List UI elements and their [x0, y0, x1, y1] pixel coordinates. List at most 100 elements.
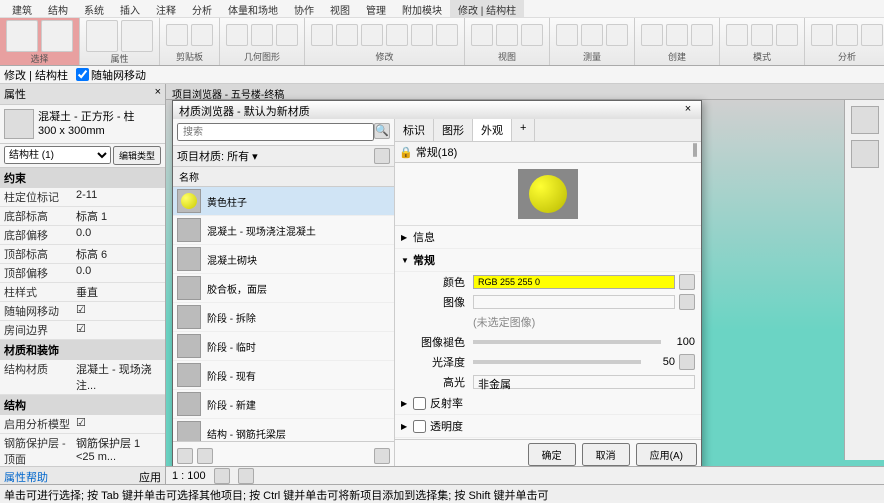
ribbon-button[interactable] [776, 24, 798, 46]
ribbon-button[interactable] [436, 24, 458, 46]
view-icon[interactable] [374, 148, 390, 164]
material-row[interactable]: 混凝土 - 现场浇注混凝土 [173, 216, 394, 245]
detail-icon[interactable] [214, 468, 230, 484]
fade-slider[interactable] [473, 340, 661, 344]
property-row[interactable]: 钢筋保护层 - 顶面钢筋保护层 1 <25 m... [0, 434, 165, 466]
property-row[interactable]: 随轴网移动☑ [0, 302, 165, 321]
ribbon-button[interactable] [41, 20, 73, 52]
ribbon-button[interactable] [251, 24, 273, 46]
ribbon-button[interactable] [166, 24, 188, 46]
visual-style-icon[interactable] [238, 468, 254, 484]
property-row[interactable]: 结构材质混凝土 - 现场浇注... [0, 360, 165, 395]
search-input[interactable] [177, 123, 374, 141]
ribbon-button[interactable] [191, 24, 213, 46]
dropdown-icon[interactable] [679, 354, 695, 370]
ribbon-button[interactable] [751, 24, 773, 46]
edit-type-button[interactable]: 编辑类型 [113, 146, 161, 165]
property-group-header[interactable]: 约束 [0, 168, 165, 188]
material-row[interactable]: 阶段 - 临时 [173, 332, 394, 361]
property-group-header[interactable]: 材质和装饰 [0, 340, 165, 360]
editor-tab[interactable]: + [512, 119, 535, 141]
ribbon-tab[interactable]: 管理 [358, 0, 394, 17]
ribbon-button[interactable] [361, 24, 383, 46]
editor-tab[interactable]: 图形 [434, 119, 473, 141]
ribbon-button[interactable] [276, 24, 298, 46]
property-row[interactable]: 顶部偏移0.0 [0, 264, 165, 283]
scale-label[interactable]: 1 : 100 [172, 470, 206, 482]
ribbon-button[interactable] [86, 20, 118, 52]
ribbon-tab[interactable]: 协作 [286, 0, 322, 17]
dropdown-icon[interactable] [679, 274, 695, 290]
add-material-icon[interactable] [197, 448, 213, 464]
property-row[interactable]: 顶部标高标高 6 [0, 245, 165, 264]
ribbon-button[interactable] [471, 24, 493, 46]
ribbon-button[interactable] [641, 24, 663, 46]
ribbon-button[interactable] [836, 24, 858, 46]
ribbon-button[interactable] [496, 24, 518, 46]
properties-help-link[interactable]: 属性帮助 [4, 469, 48, 482]
apply-button[interactable]: 应用 [139, 469, 161, 482]
ribbon-tab[interactable]: 系统 [76, 0, 112, 17]
ribbon-tab[interactable]: 体量和场地 [220, 0, 286, 17]
ribbon-button[interactable] [336, 24, 358, 46]
dropdown-icon[interactable] [679, 294, 695, 310]
material-row[interactable]: 阶段 - 新建 [173, 390, 394, 419]
ribbon-tab[interactable]: 修改 | 结构柱 [450, 0, 524, 17]
ribbon-button[interactable] [521, 24, 543, 46]
property-row[interactable]: 启用分析模型☑ [0, 415, 165, 434]
ribbon-tab[interactable]: 视图 [322, 0, 358, 17]
material-row[interactable]: 混凝土砌块 [173, 245, 394, 274]
filter-dropdown[interactable]: 项目材质: 所有 ▾ [177, 148, 258, 164]
type-selector[interactable]: 混凝土 - 正方形 - 柱300 x 300mm [0, 105, 165, 144]
ribbon-tab[interactable]: 分析 [184, 0, 220, 17]
ok-button[interactable]: 确定 [528, 443, 576, 466]
ribbon-tab[interactable]: 结构 [40, 0, 76, 17]
ribbon-button[interactable] [861, 24, 883, 46]
property-group-header[interactable]: 结构 [0, 395, 165, 415]
ribbon-tab[interactable]: 注释 [148, 0, 184, 17]
ribbon-button[interactable] [386, 24, 408, 46]
material-row[interactable]: 黄色柱子 [173, 187, 394, 216]
ribbon-button[interactable] [226, 24, 248, 46]
viewcube-icon[interactable] [851, 106, 879, 134]
duplicate-asset-icon[interactable] [695, 143, 697, 157]
move-with-grid-checkbox[interactable]: 随轴网移动 [76, 67, 146, 83]
ribbon-button[interactable] [311, 24, 333, 46]
property-row[interactable]: 柱样式垂直 [0, 283, 165, 302]
property-row[interactable]: 柱定位标记2-11 [0, 188, 165, 207]
apply-button[interactable]: 应用(A) [636, 443, 697, 466]
image-field[interactable] [473, 295, 675, 309]
ribbon-button[interactable] [811, 24, 833, 46]
search-icon[interactable]: 🔍 [374, 123, 390, 139]
editor-tab[interactable]: 标识 [395, 119, 434, 141]
reflectivity-group[interactable]: ▶ 反射率 [395, 392, 701, 415]
menu-icon[interactable] [374, 448, 390, 464]
material-row[interactable]: 阶段 - 现有 [173, 361, 394, 390]
property-row[interactable]: 底部标高标高 1 [0, 207, 165, 226]
ribbon-button[interactable] [606, 24, 628, 46]
close-icon[interactable]: × [681, 103, 695, 117]
material-row[interactable]: 胶合板，面层 [173, 274, 394, 303]
gloss-slider[interactable] [473, 360, 641, 364]
ribbon-button[interactable] [411, 24, 433, 46]
close-icon[interactable]: × [155, 86, 161, 102]
nav-wheel-icon[interactable] [851, 140, 879, 168]
general-group[interactable]: ▼常规 [395, 249, 701, 272]
material-row[interactable]: 结构 - 钢筋托梁层 [173, 419, 394, 441]
info-group[interactable]: ▶信息 [395, 226, 701, 249]
ribbon-tab[interactable]: 插入 [112, 0, 148, 17]
property-row[interactable]: 房间边界☑ [0, 321, 165, 340]
ribbon-tab[interactable]: 附加模块 [394, 0, 450, 17]
ribbon-button[interactable] [691, 24, 713, 46]
ribbon-button[interactable] [556, 24, 578, 46]
ribbon-button[interactable] [726, 24, 748, 46]
color-field[interactable]: RGB 255 255 0 [473, 275, 675, 289]
ribbon-button[interactable] [581, 24, 603, 46]
highlight-field[interactable]: 非金属 [473, 375, 695, 389]
editor-tab[interactable]: 外观 [473, 119, 512, 141]
ribbon-button[interactable] [121, 20, 153, 52]
library-icon[interactable] [177, 448, 193, 464]
ribbon-tab[interactable]: 建筑 [4, 0, 40, 17]
ribbon-button[interactable] [6, 20, 38, 52]
cancel-button[interactable]: 取消 [582, 443, 630, 466]
